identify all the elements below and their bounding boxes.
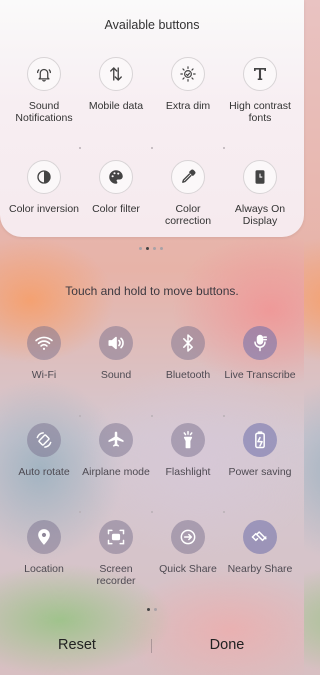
- separator-dot: [223, 415, 225, 417]
- tile-power-saving[interactable]: Power saving: [223, 423, 297, 478]
- move-buttons-hint: Touch and hold to move buttons.: [65, 284, 239, 298]
- bluetooth-icon: [171, 326, 205, 360]
- separator-dot: [223, 511, 225, 513]
- tile-mobile-data[interactable]: Mobile data: [79, 57, 153, 112]
- tile-color-inversion[interactable]: Color inversion: [7, 160, 81, 215]
- tile-sound-notifications[interactable]: Sound Notifications: [7, 57, 81, 124]
- tile-label: Power saving: [228, 466, 292, 478]
- tile-live-transcribe[interactable]: Live Transcribe: [223, 326, 297, 381]
- extra-dim-icon: [171, 57, 205, 91]
- tile-nearby-share[interactable]: Nearby Share: [223, 520, 297, 575]
- tile-bluetooth[interactable]: Bluetooth: [151, 326, 225, 381]
- live-transcribe-icon: [243, 326, 277, 360]
- tile-extra-dim[interactable]: Extra dim: [151, 57, 225, 112]
- bottom-action-bar: Reset Done: [0, 633, 304, 661]
- wifi-icon: [27, 326, 61, 360]
- color-inversion-icon: [27, 160, 61, 194]
- high-contrast-fonts-icon: [243, 57, 277, 91]
- color-filter-icon: [99, 160, 133, 194]
- tile-label: Bluetooth: [165, 369, 211, 381]
- active-page-indicator: [147, 608, 157, 611]
- tile-label: Extra dim: [165, 100, 211, 112]
- tile-location[interactable]: Location: [7, 520, 81, 575]
- airplane-icon: [99, 423, 133, 457]
- auto-rotate-icon: [27, 423, 61, 457]
- tile-label: Color correction: [164, 203, 212, 227]
- tile-airplane-mode[interactable]: Airplane mode: [79, 423, 153, 478]
- available-buttons-panel: Available buttons Sound Notifications Mo…: [0, 0, 304, 250]
- tile-wifi[interactable]: Wi-Fi: [7, 326, 81, 381]
- mobile-data-icon: [99, 57, 133, 91]
- tile-label: Screen recorder: [96, 563, 136, 587]
- tile-label: Sound: [100, 369, 132, 381]
- available-buttons-title: Available buttons: [104, 18, 200, 32]
- tile-label: Quick Share: [159, 563, 217, 575]
- footer-divider: [151, 639, 152, 653]
- tile-color-filter[interactable]: Color filter: [79, 160, 153, 215]
- separator-dot: [79, 511, 81, 513]
- tile-always-on-display[interactable]: Always On Display: [223, 160, 297, 227]
- tile-high-contrast-fonts[interactable]: High contrast fonts: [223, 57, 297, 124]
- tile-label: Live Transcribe: [224, 369, 296, 381]
- tile-label: Sound Notifications: [15, 100, 73, 124]
- tile-label: Location: [24, 563, 64, 575]
- done-button[interactable]: Done: [162, 637, 292, 653]
- tile-color-correction[interactable]: Color correction: [151, 160, 225, 227]
- tile-label: Color inversion: [8, 203, 80, 215]
- separator-dot: [151, 415, 153, 417]
- available-page-indicator: [139, 247, 163, 250]
- tile-quick-share[interactable]: Quick Share: [151, 520, 225, 575]
- separator-dot: [151, 147, 153, 149]
- screen-recorder-icon: [99, 520, 133, 554]
- tile-label: Airplane mode: [82, 466, 150, 478]
- tile-screen-recorder[interactable]: Screen recorder: [79, 520, 153, 587]
- tile-label: Flashlight: [165, 466, 211, 478]
- separator-dot: [79, 415, 81, 417]
- nearby-share-icon: [243, 520, 277, 554]
- reset-button[interactable]: Reset: [12, 637, 142, 653]
- tile-label: Auto rotate: [18, 466, 70, 478]
- tile-sound[interactable]: Sound: [79, 326, 153, 381]
- tile-auto-rotate[interactable]: Auto rotate: [7, 423, 81, 478]
- always-on-display-icon: [243, 160, 277, 194]
- tile-label: Always On Display: [234, 203, 286, 227]
- flashlight-icon: [171, 423, 205, 457]
- separator-dot: [223, 147, 225, 149]
- tile-flashlight[interactable]: Flashlight: [151, 423, 225, 478]
- separator-dot: [79, 147, 81, 149]
- sound-icon: [99, 326, 133, 360]
- separator-dot: [151, 511, 153, 513]
- tile-label: High contrast fonts: [229, 100, 291, 124]
- tile-label: Nearby Share: [227, 563, 293, 575]
- location-icon: [27, 520, 61, 554]
- quick-share-icon: [171, 520, 205, 554]
- power-saving-icon: [243, 423, 277, 457]
- tile-label: Color filter: [92, 203, 140, 215]
- tile-label: Wi-Fi: [31, 369, 57, 381]
- tile-label: Mobile data: [88, 100, 144, 112]
- color-correction-icon: [171, 160, 205, 194]
- sound-notifications-icon: [27, 57, 61, 91]
